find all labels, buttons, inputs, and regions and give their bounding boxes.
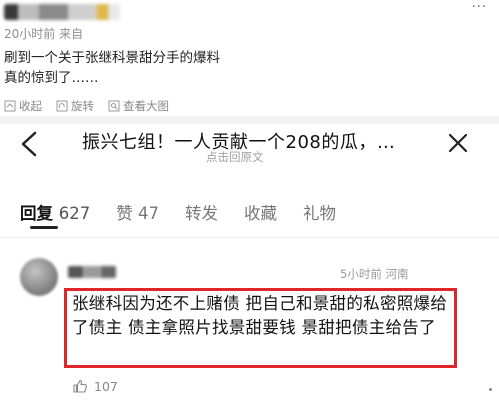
post-text-line-2: 真的惊到了…… bbox=[4, 70, 99, 86]
comment-time-location: 5小时前 河南 bbox=[340, 267, 409, 281]
tab-favorite[interactable]: 收藏 bbox=[244, 200, 277, 224]
view-large-button[interactable]: 查看大图 bbox=[108, 98, 169, 114]
rotate-label: 旋转 bbox=[71, 99, 94, 113]
view-large-label: 查看大图 bbox=[123, 99, 169, 113]
post-text: 刷到一个关于张继科景甜分手的爆料 真的惊到了…… bbox=[4, 48, 220, 88]
back-arrow-icon[interactable] bbox=[18, 130, 40, 158]
divider bbox=[0, 237, 499, 238]
like-button[interactable]: 107 bbox=[72, 378, 118, 394]
avatar[interactable] bbox=[20, 258, 58, 296]
close-icon[interactable] bbox=[447, 132, 469, 154]
tab-gift[interactable]: 礼物 bbox=[303, 200, 336, 224]
collapse-label: 收起 bbox=[19, 99, 42, 113]
post-text-line-1: 刷到一个关于张继科景甜分手的爆料 bbox=[4, 50, 220, 66]
tab-repost[interactable]: 转发 bbox=[185, 200, 218, 224]
blurred-username bbox=[4, 4, 120, 20]
back-to-original-link[interactable]: 点击回原文 bbox=[206, 149, 264, 165]
comment-text: 张继科因为还不上赌债 把自己和景甜的私密照爆给了债主 债主拿照片找景甜要钱 景甜… bbox=[72, 294, 448, 337]
collapse-button[interactable]: 收起 bbox=[4, 98, 42, 114]
thumbs-up-icon bbox=[73, 379, 87, 393]
tab-reply[interactable]: 回复 627 bbox=[20, 200, 90, 224]
tab-reply-label: 回复 bbox=[20, 204, 53, 223]
view-large-icon bbox=[108, 100, 120, 112]
tab-like[interactable]: 赞 47 bbox=[116, 200, 159, 224]
image-actions: 收起 旋转 查看大图 bbox=[4, 98, 169, 114]
interaction-tabs: 回复 627 赞 47 转发 收藏 礼物 bbox=[20, 200, 336, 224]
tab-like-count: 47 bbox=[138, 204, 159, 223]
separator-band bbox=[0, 116, 499, 124]
like-count: 107 bbox=[94, 378, 118, 394]
tab-reply-count: 627 bbox=[58, 204, 91, 223]
rotate-button[interactable]: 旋转 bbox=[56, 98, 94, 114]
more-options-icon[interactable]: ··· bbox=[472, 0, 487, 15]
collapse-icon bbox=[4, 100, 16, 112]
rotate-icon bbox=[56, 100, 68, 112]
blurred-commenter-name bbox=[68, 266, 116, 278]
tab-like-label: 赞 bbox=[116, 204, 133, 223]
post-meta: 20小时前 来自 bbox=[4, 27, 84, 41]
scroll-indicator bbox=[489, 388, 492, 391]
active-tab-indicator bbox=[30, 226, 58, 229]
